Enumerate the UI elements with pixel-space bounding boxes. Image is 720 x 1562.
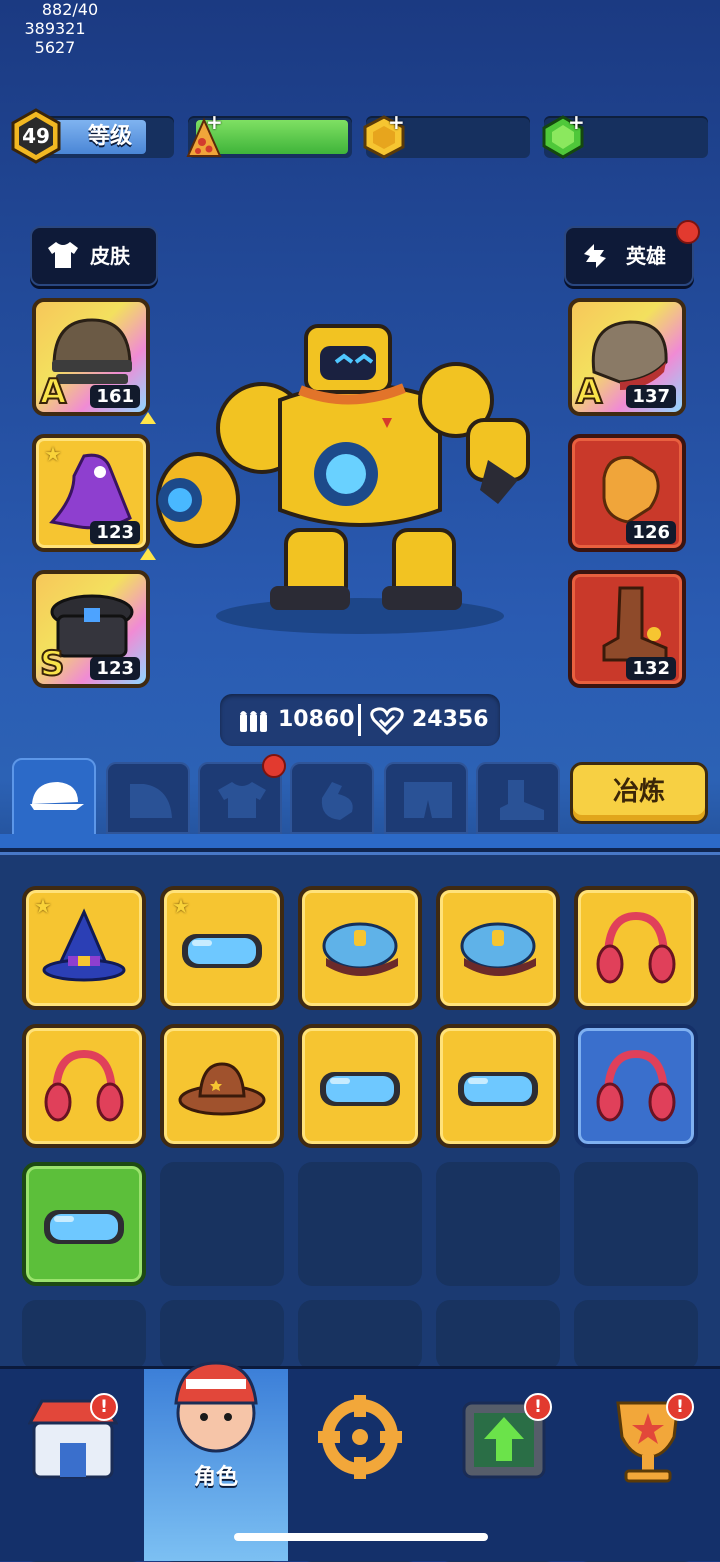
equipped-boot-slot[interactable]: 132: [568, 570, 686, 688]
goggles-icon: [458, 1072, 538, 1106]
tab-pants[interactable]: [384, 762, 468, 834]
inventory-item[interactable]: [160, 1024, 284, 1148]
coins-value: 389321: [24, 19, 86, 38]
level-value: 49: [22, 124, 50, 148]
gems-bar[interactable]: + 5627: [0, 38, 720, 159]
inventory-item[interactable]: [436, 1024, 560, 1148]
equipped-cap-slot[interactable]: A 137: [568, 298, 686, 416]
equipped-belt-slot[interactable]: S 123: [32, 570, 150, 688]
shoulder-icon: [130, 784, 172, 818]
character-avatar-icon: [174, 1361, 258, 1453]
goggles-icon: [182, 934, 262, 968]
energy-bar[interactable]: + 882/40: [0, 0, 720, 158]
inventory-item[interactable]: [22, 1162, 146, 1286]
goggles-icon: [44, 1210, 124, 1244]
glove-tab-icon: [321, 782, 353, 820]
empty-inventory-slot: [22, 1300, 146, 1370]
item-level: 123: [90, 521, 140, 544]
skin-label: 皮肤: [90, 244, 130, 268]
inventory-item[interactable]: [574, 1024, 698, 1148]
empty-inventory-slot: [574, 1162, 698, 1286]
inventory-item[interactable]: [22, 1024, 146, 1148]
coins-bar[interactable]: + 389321: [0, 19, 720, 159]
tab-boot[interactable]: [476, 762, 560, 834]
empty-inventory-slot: [298, 1300, 422, 1370]
inventory-item[interactable]: [436, 886, 560, 1010]
trophy-alert-icon: !: [666, 1393, 694, 1421]
tab-hat[interactable]: [12, 758, 96, 836]
swap-icon: [584, 244, 606, 268]
boot-tab-icon: [500, 780, 544, 820]
tab-underline: [0, 834, 720, 852]
headphones-icon: [596, 911, 676, 984]
empty-inventory-slot: [574, 1300, 698, 1370]
skin-button[interactable]: 皮肤: [30, 226, 158, 286]
inventory-item[interactable]: [298, 886, 422, 1010]
hero-button[interactable]: 英雄: [564, 226, 694, 286]
empty-inventory-slot: [160, 1162, 284, 1286]
grade-label: A: [39, 371, 67, 412]
smelt-button[interactable]: 冶炼: [570, 762, 708, 824]
inventory-item[interactable]: [574, 886, 698, 1010]
energy-value: 882/40: [41, 0, 99, 19]
nav-trophy[interactable]: !: [576, 1369, 720, 1561]
item-level: 132: [626, 657, 676, 680]
coins-plus-icon[interactable]: +: [388, 112, 405, 132]
item-level: 161: [90, 385, 140, 408]
grade-label: A: [575, 371, 603, 412]
hero-notification-dot: [676, 220, 700, 244]
inventory-item[interactable]: [298, 1024, 422, 1148]
empty-inventory-slot: [436, 1162, 560, 1286]
shop-alert-icon: !: [90, 1393, 118, 1421]
police-cap-icon: [322, 922, 398, 976]
headphones-icon: [596, 1049, 676, 1122]
glove-icon: [602, 455, 660, 524]
nav-shop[interactable]: !: [0, 1369, 144, 1561]
heart-icon: [370, 707, 404, 735]
tab-glove[interactable]: [290, 762, 374, 834]
police-cap-icon: [460, 922, 536, 976]
ammo-icon: [240, 711, 267, 732]
stats-bar: 10860 24356: [220, 694, 500, 746]
shirt-tab-notification-dot: [262, 754, 286, 778]
shirt-icon: [48, 242, 78, 268]
bottom-nav: ! 角色 ! !: [0, 1361, 720, 1561]
tab-shoulder[interactable]: [106, 762, 190, 834]
attack-value: 10860: [278, 707, 355, 732]
headphones-icon: [44, 1049, 124, 1122]
hero-label: 英雄: [626, 244, 666, 268]
item-level: 126: [626, 521, 676, 544]
cap-icon: [30, 782, 84, 810]
home-indicator: [234, 1533, 488, 1541]
shirt-tab-icon: [218, 782, 266, 818]
level-label: 等级: [87, 124, 132, 149]
health-value: 24356: [412, 707, 489, 732]
stats-divider: [358, 704, 361, 736]
item-level: 137: [626, 385, 676, 408]
equipped-helmet-slot[interactable]: A 161: [32, 298, 150, 416]
item-level: 123: [90, 657, 140, 680]
empty-inventory-slot: [436, 1300, 560, 1370]
hero-robot-illustration: [156, 324, 530, 634]
gems-plus-icon[interactable]: +: [568, 112, 585, 132]
cowboy-hat-icon: [178, 1062, 266, 1116]
energy-plus-icon[interactable]: +: [206, 112, 223, 132]
inventory-item[interactable]: ★: [22, 886, 146, 1010]
pants-icon: [404, 782, 452, 818]
goggles-icon: [320, 1072, 400, 1106]
grade-label: S: [39, 643, 65, 684]
gems-value: 5627: [34, 38, 76, 57]
upgrade-alert-icon: !: [524, 1393, 552, 1421]
smelt-label: 冶炼: [612, 777, 665, 807]
boot-icon: [602, 586, 668, 662]
wizard-hat-icon: [42, 908, 126, 982]
nav-character-label: 角色: [193, 1465, 238, 1490]
equipped-glove-slot[interactable]: 126: [568, 434, 686, 552]
inventory-item[interactable]: ★: [160, 886, 284, 1010]
equipped-cloak-slot[interactable]: ★ 123: [32, 434, 150, 552]
empty-inventory-slot: [298, 1162, 422, 1286]
crosshair-icon: [318, 1395, 402, 1479]
